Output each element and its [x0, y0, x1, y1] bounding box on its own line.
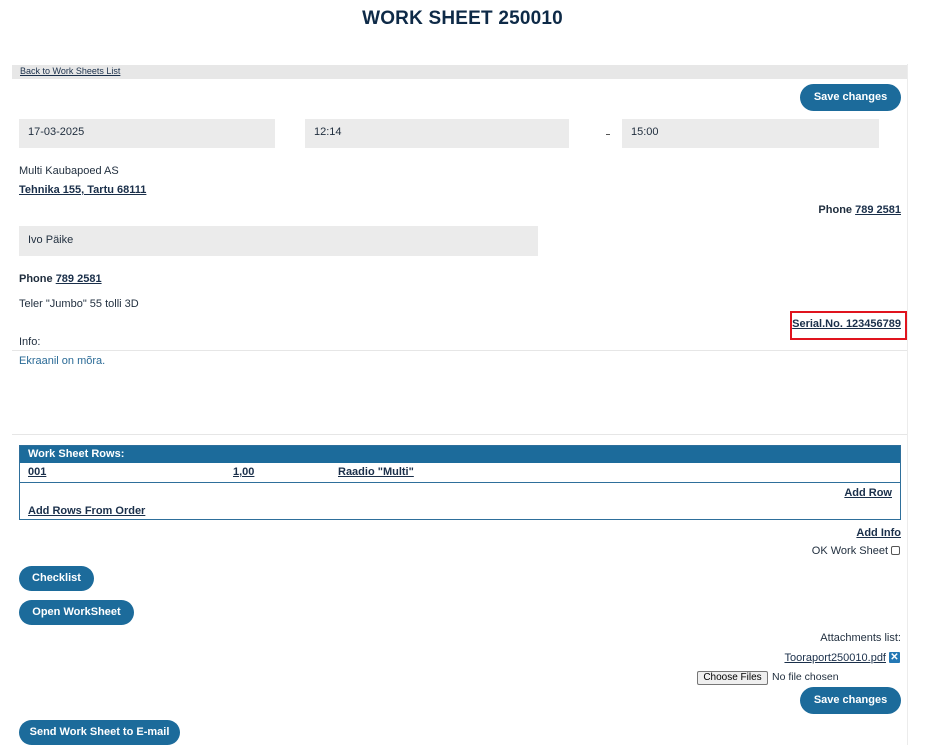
- back-bar: Back to Work Sheets List: [12, 65, 908, 79]
- table-row[interactable]: 001 1,00 Raadio "Multi": [20, 466, 900, 480]
- client-phone-label: Phone: [818, 204, 853, 216]
- attachments-label: Attachments list:: [820, 632, 901, 644]
- info-label: Info:: [19, 336, 41, 348]
- row-name-link[interactable]: Raadio "Multi": [338, 466, 414, 478]
- time-range-dash: [606, 134, 610, 135]
- back-to-list-link[interactable]: Back to Work Sheets List: [20, 66, 120, 76]
- info-bottom-divider: [12, 434, 907, 435]
- contact-name-field[interactable]: Ivo Päike: [19, 226, 538, 256]
- work-rows-header: Work Sheet Rows:: [20, 446, 900, 463]
- info-text[interactable]: Ekraanil on mõra.: [19, 355, 105, 367]
- checklist-button[interactable]: Checklist: [19, 566, 94, 591]
- start-time-field[interactable]: 12:14: [305, 119, 569, 148]
- send-email-button[interactable]: Send Work Sheet to E-mail: [19, 720, 180, 745]
- save-changes-top-button[interactable]: Save changes: [800, 84, 901, 111]
- work-rows-panel: Work Sheet Rows: 001 1,00 Raadio "Multi"…: [19, 445, 901, 520]
- open-worksheet-button[interactable]: Open WorkSheet: [19, 600, 134, 625]
- add-row-link[interactable]: Add Row: [844, 487, 892, 499]
- row-qty-link[interactable]: 1,00: [233, 466, 254, 478]
- row-code-link[interactable]: 001: [28, 466, 46, 478]
- client-phone: Phone 789 2581: [818, 204, 901, 216]
- ok-worksheet-label: OK Work Sheet: [811, 545, 888, 557]
- serial-number-link[interactable]: Serial.No. 123456789: [792, 318, 901, 330]
- attachment-file-link[interactable]: Tooraport250010.pdf: [784, 652, 886, 664]
- client-phone-link[interactable]: 789 2581: [855, 204, 901, 216]
- contact-phone-link[interactable]: 789 2581: [56, 273, 102, 285]
- no-file-chosen-text: No file chosen: [772, 671, 839, 683]
- contact-phone: Phone 789 2581: [19, 273, 102, 285]
- page-right-border: [907, 64, 908, 745]
- info-top-divider: [12, 350, 907, 351]
- client-company: Multi Kaubapoed AS: [19, 165, 119, 177]
- date-field[interactable]: 17-03-2025: [19, 119, 275, 148]
- device-name: Teler "Jumbo" 55 tolli 3D: [19, 298, 139, 310]
- page-title: WORK SHEET 250010: [362, 8, 563, 29]
- ok-worksheet-checkbox[interactable]: [891, 546, 900, 555]
- end-time-field[interactable]: 15:00: [622, 119, 879, 148]
- save-changes-bottom-button[interactable]: Save changes: [800, 687, 901, 714]
- choose-files-button[interactable]: Choose Files: [697, 671, 768, 685]
- work-rows-separator: [20, 482, 900, 483]
- add-info-link[interactable]: Add Info: [856, 527, 901, 539]
- remove-attachment-icon[interactable]: ✕: [889, 652, 900, 663]
- worksheet-page: WORK SHEET 250010 Back to Work Sheets Li…: [0, 0, 925, 745]
- add-rows-from-order-link[interactable]: Add Rows From Order: [28, 505, 145, 517]
- client-address-link[interactable]: Tehnika 155, Tartu 68111: [19, 184, 146, 196]
- contact-phone-label: Phone: [19, 273, 53, 285]
